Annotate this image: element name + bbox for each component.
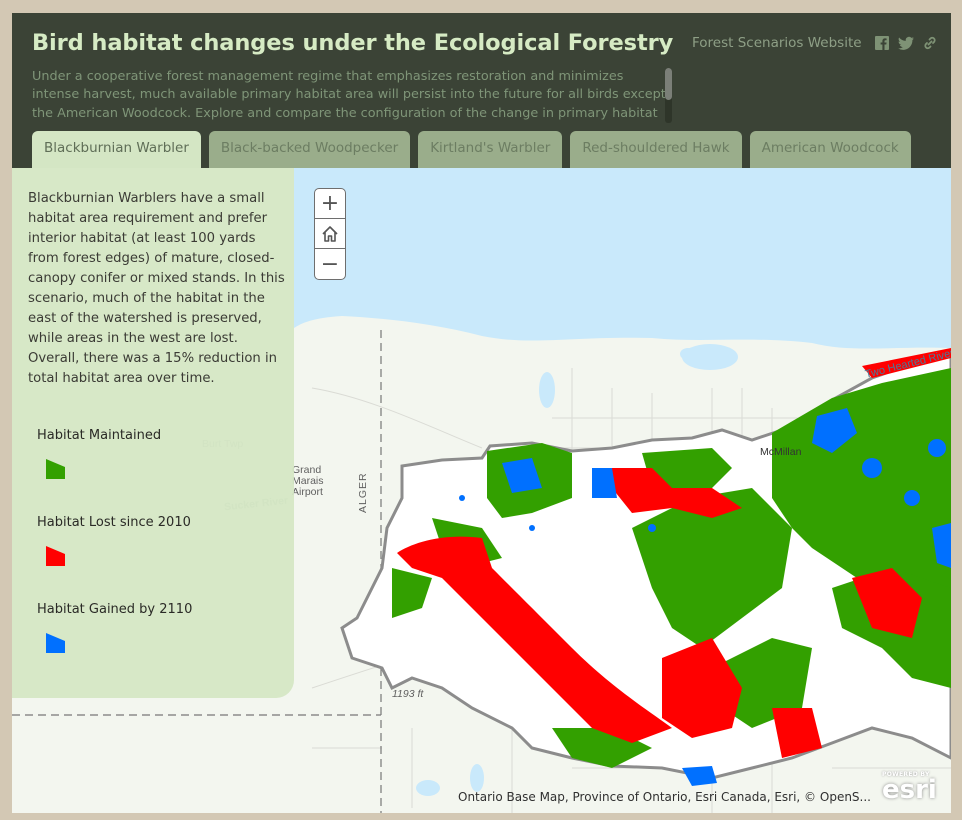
legend-label: Habitat Lost since 2010 [37,515,191,530]
map-label-line: Airport [292,486,323,498]
legend-label: Habitat Gained by 2110 [37,602,193,617]
inland-lake [680,348,696,360]
map-attribution[interactable]: Ontario Base Map, Province of Ontario, E… [458,790,871,804]
legend-item-lost: Habitat Lost since 2010 [37,515,191,566]
home-icon [322,225,338,242]
header: Bird habitat changes under the Ecologica… [12,13,951,168]
tab-kirtlands-warbler[interactable]: Kirtland's Warbler [418,131,563,168]
species-description: Blackburnian Warblers have a small habit… [28,191,285,386]
tab-black-backed-woodpecker[interactable]: Black-backed Woodpecker [208,131,411,168]
website-link[interactable]: Forest Scenarios Website [692,35,862,51]
species-tabs: Blackburnian Warbler Black-backed Woodpe… [32,131,919,168]
page-title: Bird habitat changes under the Ecologica… [32,30,678,56]
map-label-alger: ALGER [357,472,369,513]
esri-logo[interactable]: POWERED BY esri [882,771,948,807]
zoom-in-button[interactable]: + [315,189,345,219]
facebook-icon[interactable] [874,35,890,51]
legend-item-maintained: Habitat Maintained [37,428,162,479]
legend-swatch-maintained [46,459,65,479]
tab-red-shouldered-hawk[interactable]: Red-shouldered Hawk [570,131,742,168]
legend-swatch-lost [46,546,65,566]
header-links: Forest Scenarios Website [692,35,946,51]
subtitle: Under a cooperative forest management re… [32,69,666,124]
inland-lake [470,764,484,792]
map-label-elevation: 1193 ft [392,688,424,700]
legend-label: Habitat Maintained [37,428,162,443]
subtitle-scrollbar[interactable] [665,68,672,123]
map-label-grand-marais-airport: Grand Marais Airport [292,465,324,498]
scrollbar-thumb[interactable] [665,68,672,100]
map-view[interactable]: Burt Twp Sucker River Grand Marais Airpo… [12,168,951,813]
link-icon[interactable] [922,35,938,51]
map-label-mcmillan: McMillan [760,446,802,458]
info-panel: Blackburnian Warblers have a small habit… [12,168,294,698]
app-window: Bird habitat changes under the Ecologica… [12,13,951,813]
tab-american-woodcock[interactable]: American Woodcock [749,131,911,168]
inland-lake [416,780,440,796]
tab-blackburnian-warbler[interactable]: Blackburnian Warbler [32,131,201,168]
legend-swatch-gained [46,633,65,653]
zoom-out-button[interactable]: − [315,249,345,279]
home-button[interactable] [315,219,345,249]
twitter-icon[interactable] [897,35,914,51]
esri-logo-wordmark: esri [882,775,937,805]
inland-lake [539,372,555,408]
zoom-control: + − [314,188,346,280]
legend-item-gained: Habitat Gained by 2110 [37,602,193,653]
